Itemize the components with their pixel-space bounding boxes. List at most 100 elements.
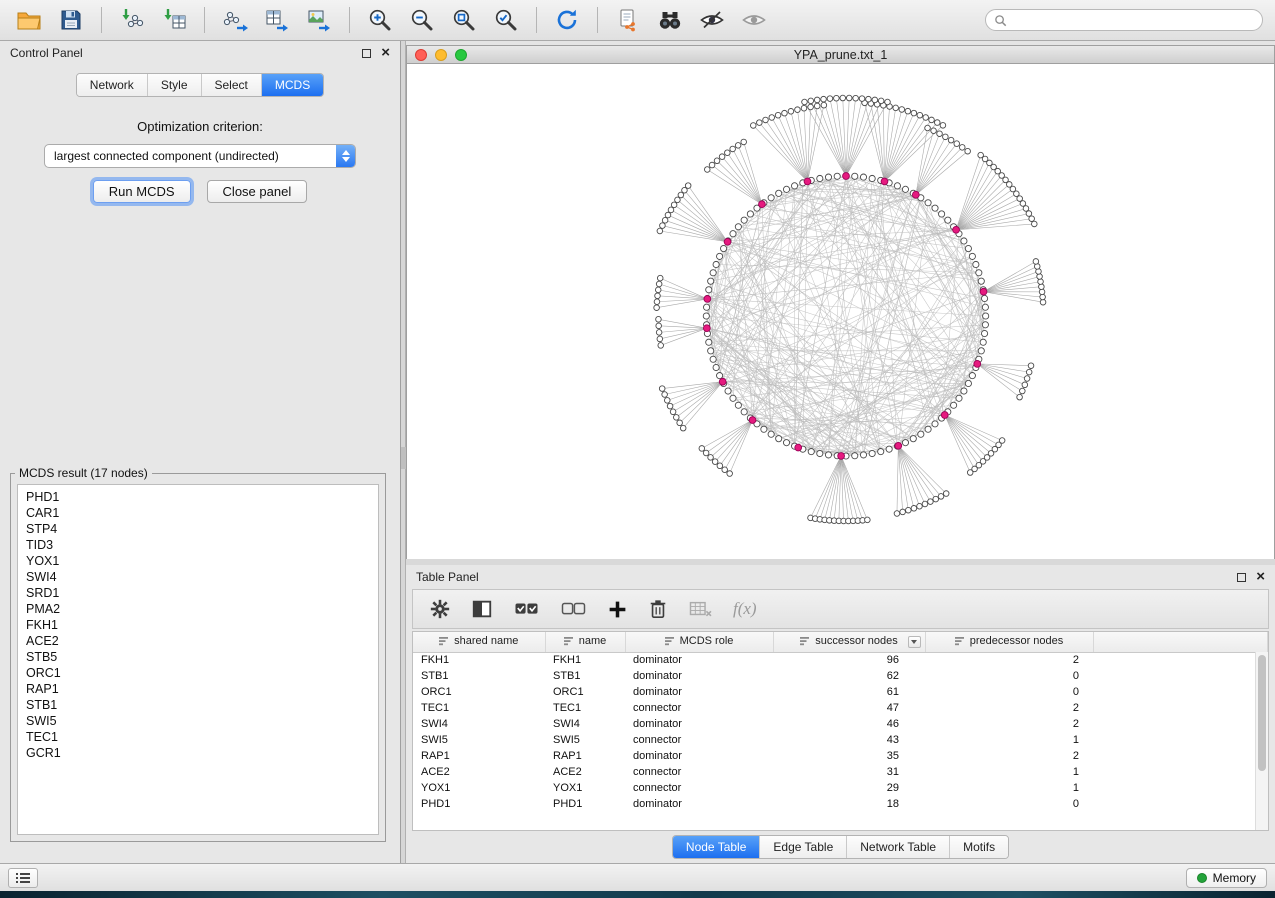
select-all-button[interactable] [513, 598, 540, 620]
mcds-result-item[interactable]: PMA2 [26, 601, 370, 617]
cell-predecessor-nodes[interactable]: 1 [925, 764, 1093, 780]
mcds-result-item[interactable]: STB1 [26, 697, 370, 713]
cell-name[interactable]: ACE2 [545, 764, 625, 780]
memory-button[interactable]: Memory [1186, 868, 1267, 888]
import-table-button[interactable] [157, 4, 191, 36]
cell-MCDS-role[interactable]: dominator [625, 684, 773, 700]
table-row[interactable]: RAP1RAP1dominator352 [413, 748, 1268, 764]
table-row[interactable]: PHD1PHD1dominator180 [413, 796, 1268, 812]
table-scrollbar[interactable] [1255, 652, 1268, 830]
import-network-button[interactable] [115, 4, 149, 36]
cell-predecessor-nodes[interactable]: 2 [925, 748, 1093, 764]
cell-MCDS-role[interactable]: connector [625, 732, 773, 748]
tab-mcds[interactable]: MCDS [262, 74, 323, 96]
cell-successor-nodes[interactable]: 35 [773, 748, 925, 764]
zoom-selected-button[interactable] [489, 4, 523, 36]
tab-motifs[interactable]: Motifs [950, 836, 1008, 858]
cell-shared-name[interactable]: ORC1 [413, 684, 545, 700]
cell-successor-nodes[interactable]: 18 [773, 796, 925, 812]
table-options-button[interactable] [429, 598, 451, 620]
tab-node-table[interactable]: Node Table [673, 836, 761, 858]
column-header-predecessor-nodes[interactable]: predecessor nodes [925, 632, 1093, 652]
zoom-in-button[interactable] [363, 4, 397, 36]
column-header-successor-nodes[interactable]: successor nodes [773, 632, 925, 652]
mcds-result-item[interactable]: YOX1 [26, 553, 370, 569]
network-graph[interactable] [406, 64, 1275, 559]
cell-predecessor-nodes[interactable]: 2 [925, 716, 1093, 732]
mcds-result-item[interactable]: STP4 [26, 521, 370, 537]
mcds-result-item[interactable]: SWI4 [26, 569, 370, 585]
cell-name[interactable]: STB1 [545, 668, 625, 684]
cell-predecessor-nodes[interactable]: 0 [925, 684, 1093, 700]
unselect-all-button[interactable] [560, 598, 587, 620]
run-mcds-button[interactable]: Run MCDS [93, 180, 191, 203]
cell-name[interactable]: PHD1 [545, 796, 625, 812]
tab-select[interactable]: Select [202, 74, 262, 96]
cell-predecessor-nodes[interactable]: 0 [925, 796, 1093, 812]
save-session-button[interactable] [54, 4, 88, 36]
tab-network-table[interactable]: Network Table [847, 836, 950, 858]
cell-MCDS-role[interactable]: connector [625, 764, 773, 780]
cell-successor-nodes[interactable]: 47 [773, 700, 925, 716]
add-column-button[interactable] [607, 599, 628, 620]
search-field[interactable] [985, 9, 1263, 31]
cell-MCDS-role[interactable]: connector [625, 780, 773, 796]
function-builder-button[interactable]: f(x) [733, 599, 757, 619]
column-header-name[interactable]: name [545, 632, 625, 652]
cell-successor-nodes[interactable]: 96 [773, 652, 925, 668]
cell-successor-nodes[interactable]: 46 [773, 716, 925, 732]
table-row[interactable]: SWI4SWI4dominator462 [413, 716, 1268, 732]
cell-MCDS-role[interactable]: dominator [625, 716, 773, 732]
float-table-panel-icon[interactable] [1237, 573, 1246, 582]
mcds-result-item[interactable]: FKH1 [26, 617, 370, 633]
tab-network[interactable]: Network [77, 74, 148, 96]
sort-dropdown-icon[interactable] [908, 636, 921, 648]
cell-predecessor-nodes[interactable]: 0 [925, 668, 1093, 684]
cell-MCDS-role[interactable]: dominator [625, 652, 773, 668]
optimization-dropdown[interactable]: largest connected component (undirected) [44, 144, 356, 168]
close-panel-icon[interactable]: × [381, 48, 390, 58]
mcds-result-item[interactable]: TEC1 [26, 729, 370, 745]
cell-successor-nodes[interactable]: 62 [773, 668, 925, 684]
cell-predecessor-nodes[interactable]: 1 [925, 732, 1093, 748]
cell-shared-name[interactable]: ACE2 [413, 764, 545, 780]
table-row[interactable]: YOX1YOX1connector291 [413, 780, 1268, 796]
cell-shared-name[interactable]: RAP1 [413, 748, 545, 764]
cell-name[interactable]: TEC1 [545, 700, 625, 716]
cell-successor-nodes[interactable]: 29 [773, 780, 925, 796]
delete-column-button[interactable] [648, 598, 668, 620]
mcds-result-item[interactable]: CAR1 [26, 505, 370, 521]
tab-edge-table[interactable]: Edge Table [760, 836, 847, 858]
hide-details-button[interactable] [695, 4, 729, 36]
cell-shared-name[interactable]: YOX1 [413, 780, 545, 796]
search-input[interactable] [1012, 13, 1254, 27]
mcds-result-item[interactable]: TID3 [26, 537, 370, 553]
cell-predecessor-nodes[interactable]: 2 [925, 700, 1093, 716]
mcds-result-item[interactable]: STB5 [26, 649, 370, 665]
table-row[interactable]: ORC1ORC1dominator610 [413, 684, 1268, 700]
cell-name[interactable]: ORC1 [545, 684, 625, 700]
show-columns-button[interactable] [471, 598, 493, 620]
cell-name[interactable]: SWI5 [545, 732, 625, 748]
cell-MCDS-role[interactable]: connector [625, 700, 773, 716]
cell-name[interactable]: FKH1 [545, 652, 625, 668]
cell-shared-name[interactable]: STB1 [413, 668, 545, 684]
close-table-panel-icon[interactable]: × [1256, 572, 1265, 582]
mcds-result-item[interactable]: GCR1 [26, 745, 370, 761]
cell-MCDS-role[interactable]: dominator [625, 668, 773, 684]
column-header-MCDS-role[interactable]: MCDS role [625, 632, 773, 652]
cell-predecessor-nodes[interactable]: 1 [925, 780, 1093, 796]
table-row[interactable]: TEC1TEC1connector472 [413, 700, 1268, 716]
cell-shared-name[interactable]: TEC1 [413, 700, 545, 716]
hide-columns-button[interactable] [688, 599, 713, 619]
cell-name[interactable]: RAP1 [545, 748, 625, 764]
clone-network-button[interactable] [611, 4, 645, 36]
table-row[interactable]: ACE2ACE2connector311 [413, 764, 1268, 780]
open-file-button[interactable] [12, 4, 46, 36]
cell-MCDS-role[interactable]: dominator [625, 796, 773, 812]
column-header-shared-name[interactable]: shared name [413, 632, 545, 652]
close-panel-button[interactable]: Close panel [207, 180, 308, 203]
menu-button[interactable] [8, 868, 38, 888]
mcds-result-list[interactable]: PHD1CAR1STP4TID3YOX1SWI4SRD1PMA2FKH1ACE2… [17, 484, 379, 835]
table-row[interactable]: SWI5SWI5connector431 [413, 732, 1268, 748]
